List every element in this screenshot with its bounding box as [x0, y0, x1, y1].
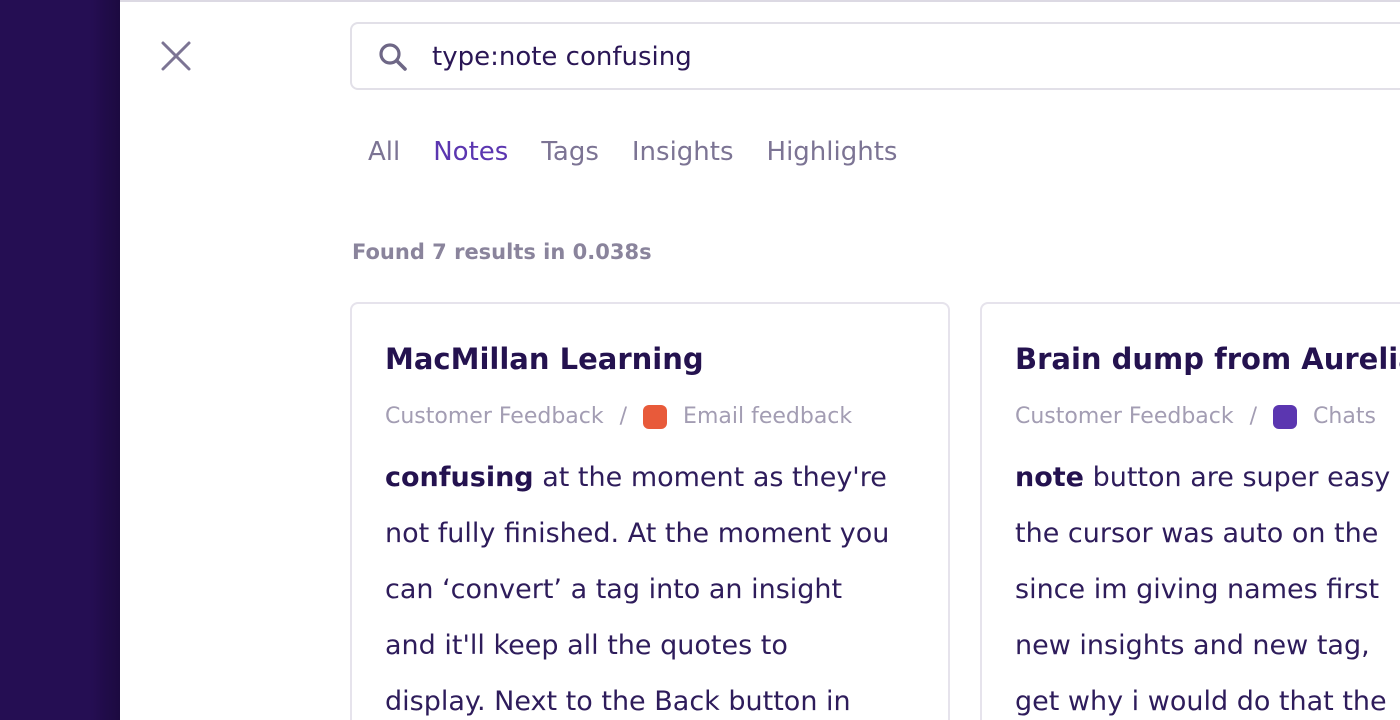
breadcrumb-tag[interactable]: Email feedback: [683, 404, 852, 429]
snippet-line: get why i would do that the: [1015, 686, 1387, 717]
snippet-text: button are super easy: [1084, 462, 1391, 493]
result-title: Brain dump from Aurelia: [1015, 342, 1400, 376]
result-snippet: note button are super easy the cursor wa…: [1015, 450, 1400, 720]
snippet-line: confusing at the moment as they're: [385, 450, 930, 506]
results-summary: Found 7 results in 0.038s: [352, 240, 652, 264]
snippet-text: at the moment as they're: [533, 462, 887, 493]
result-card[interactable]: MacMillan Learning Customer Feedback / E…: [350, 302, 950, 720]
result-snippet: confusing at the moment as they're not f…: [385, 450, 930, 720]
breadcrumb-project[interactable]: Customer Feedback: [1015, 404, 1234, 429]
result-title: MacMillan Learning: [385, 342, 704, 376]
search-icon: [378, 42, 408, 72]
snippet-line: and it'll keep all the quotes to: [385, 630, 788, 661]
snippet-line: not fully finished. At the moment you: [385, 518, 890, 549]
snippet-line: note button are super easy: [1015, 450, 1400, 506]
app-sidebar-background: [0, 0, 120, 720]
breadcrumb-separator: /: [1249, 404, 1258, 429]
result-breadcrumb: Customer Feedback / Chats: [1015, 404, 1376, 429]
snippet-line: since im giving names first: [1015, 574, 1380, 605]
snippet-line: display. Next to the Back button in: [385, 686, 851, 717]
result-type-tabs: All Notes Tags Insights Highlights: [368, 132, 930, 172]
snippet-highlight: confusing: [385, 462, 534, 493]
tab-tags[interactable]: Tags: [541, 132, 599, 172]
search-overlay: All Notes Tags Insights Highlights Found…: [0, 0, 1400, 720]
search-bar[interactable]: [350, 22, 1400, 90]
breadcrumb-project[interactable]: Customer Feedback: [385, 404, 604, 429]
tab-all[interactable]: All: [368, 132, 400, 172]
breadcrumb-tag[interactable]: Chats: [1313, 404, 1376, 429]
snippet-line: the cursor was auto on the: [1015, 518, 1379, 549]
breadcrumb-separator: /: [619, 404, 628, 429]
result-card[interactable]: Brain dump from Aurelia Customer Feedbac…: [980, 302, 1400, 720]
tag-color-swatch: [643, 404, 668, 429]
tab-highlights[interactable]: Highlights: [767, 132, 898, 172]
snippet-highlight: note: [1015, 462, 1084, 493]
search-input[interactable]: [432, 38, 1332, 76]
close-icon[interactable]: [158, 38, 194, 74]
snippet-line: new insights and new tag,: [1015, 630, 1370, 661]
tab-insights[interactable]: Insights: [632, 132, 734, 172]
tab-notes[interactable]: Notes: [433, 132, 508, 172]
snippet-line: can ‘convert’ a tag into an insight: [385, 574, 843, 605]
result-breadcrumb: Customer Feedback / Email feedback: [385, 404, 852, 429]
tag-color-swatch: [1273, 404, 1298, 429]
